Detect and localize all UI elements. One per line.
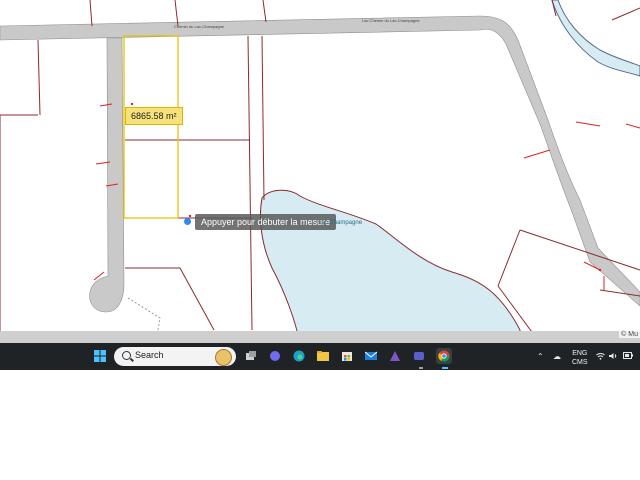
search-highlight-icon <box>215 349 232 366</box>
volume-icon[interactable] <box>609 352 618 362</box>
file-explorer-icon[interactable] <box>315 348 331 364</box>
language-indicator[interactable]: ENG CMS <box>572 349 588 367</box>
keyboard-layout: CMS <box>572 359 588 366</box>
weather-icon[interactable]: ☁ <box>553 352 561 361</box>
creek <box>551 0 640 77</box>
map-canvas[interactable] <box>0 0 640 343</box>
search-box[interactable]: Search <box>114 347 236 366</box>
mail-icon[interactable] <box>363 348 379 364</box>
road-label-left: Chemin du Lac-Champagne <box>174 24 225 29</box>
chrome-icon[interactable] <box>436 348 452 364</box>
measure-cursor[interactable] <box>184 218 191 225</box>
teams-icon[interactable] <box>411 348 427 364</box>
task-view-icon[interactable] <box>243 348 259 364</box>
measure-tooltip: Appuyer pour débuter la mesure <box>195 214 337 230</box>
wifi-icon[interactable] <box>596 352 605 362</box>
copilot-icon[interactable] <box>387 348 403 364</box>
lake-label: Lac Champagne <box>318 220 363 226</box>
map-view[interactable]: Chemin du Lac-Champagne Lac Chemin du La… <box>0 0 640 343</box>
language-code: ENG <box>572 350 588 357</box>
active-indicator <box>442 367 448 369</box>
store-icon[interactable] <box>339 348 355 364</box>
road-label-right: Lac Chemin du Lac-Champagne <box>362 18 420 23</box>
meet-icon[interactable] <box>267 348 283 364</box>
measured-parcel <box>123 35 179 219</box>
search-placeholder: Search <box>135 350 164 360</box>
edge-icon[interactable] <box>291 348 307 364</box>
map-attribution-bar <box>0 331 640 343</box>
empty-area <box>0 370 640 480</box>
chevron-up-icon[interactable]: ⌃ <box>537 352 544 361</box>
search-icon <box>122 351 131 360</box>
dashed-line <box>127 297 161 331</box>
battery-icon[interactable] <box>623 352 633 361</box>
taskbar: ENG CMS <box>0 343 640 370</box>
road-side <box>89 37 125 313</box>
running-indicator <box>419 367 423 369</box>
area-measurement-label: 6865.58 m² <box>125 107 183 125</box>
windows-start-icon[interactable] <box>92 348 108 364</box>
copyright-text[interactable]: © Mu <box>619 331 640 338</box>
